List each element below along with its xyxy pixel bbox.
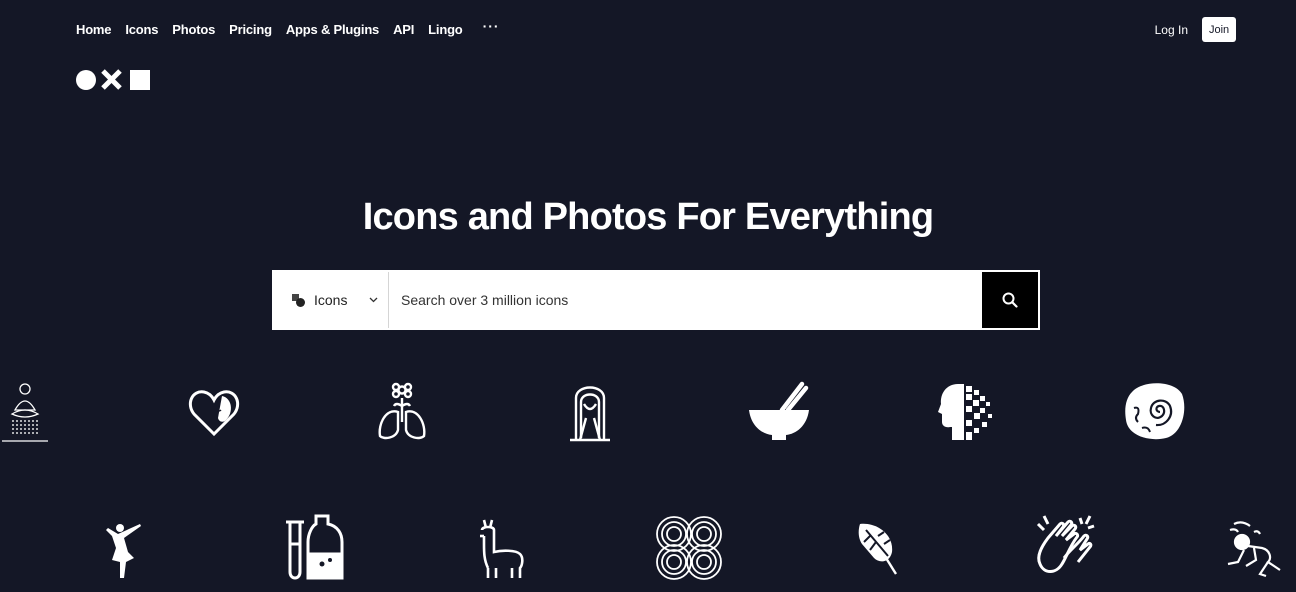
join-button[interactable]: Join	[1202, 17, 1236, 42]
nav-pricing[interactable]: Pricing	[229, 22, 272, 37]
search-button[interactable]	[982, 272, 1038, 328]
long-haired-woman-icon[interactable]	[562, 378, 618, 444]
nav-photos[interactable]: Photos	[172, 22, 215, 37]
nav-api[interactable]: API	[393, 22, 414, 37]
logo-shapes-icon	[76, 69, 150, 90]
infinity-circles-icon[interactable]	[654, 514, 724, 582]
heart-face-icon[interactable]	[186, 382, 242, 440]
flower-lungs-icon[interactable]	[374, 380, 430, 442]
auth-area: Log In Join	[1155, 17, 1236, 42]
nav-icons[interactable]: Icons	[125, 22, 158, 37]
monstera-leaf-icon[interactable]	[856, 520, 900, 576]
meditating-person-icon[interactable]	[0, 378, 50, 444]
clapping-hands-icon[interactable]	[1034, 514, 1098, 580]
llama-icon[interactable]	[476, 516, 526, 582]
mortar-pestle-icon[interactable]	[746, 380, 812, 442]
more-menu-icon[interactable]: ···	[483, 18, 500, 34]
login-link[interactable]: Log In	[1155, 23, 1188, 37]
breakdancer-icon[interactable]	[1224, 518, 1284, 580]
search-icon	[1002, 292, 1018, 308]
icons-type-icon	[292, 293, 305, 307]
dancing-woman-icon[interactable]	[104, 518, 144, 580]
main-nav: Home Icons Photos Pricing Apps & Plugins…	[76, 18, 500, 38]
search-type-dropdown[interactable]: Icons	[274, 272, 389, 328]
search-type-label: Icons	[314, 292, 348, 308]
nav-home[interactable]: Home	[76, 22, 112, 37]
noun-project-logo[interactable]	[76, 69, 152, 91]
search-input[interactable]	[389, 272, 982, 328]
fossil-shell-icon[interactable]	[1122, 380, 1186, 442]
chevron-down-icon	[370, 297, 378, 303]
test-tube-bottle-icon[interactable]	[282, 514, 344, 582]
nav-apps-plugins[interactable]: Apps & Plugins	[286, 22, 379, 37]
nav-lingo[interactable]: Lingo	[428, 22, 463, 37]
page-title: Icons and Photos For Everything	[362, 196, 934, 238]
search-bar: Icons	[272, 270, 1040, 330]
pixel-head-icon[interactable]	[936, 380, 996, 442]
